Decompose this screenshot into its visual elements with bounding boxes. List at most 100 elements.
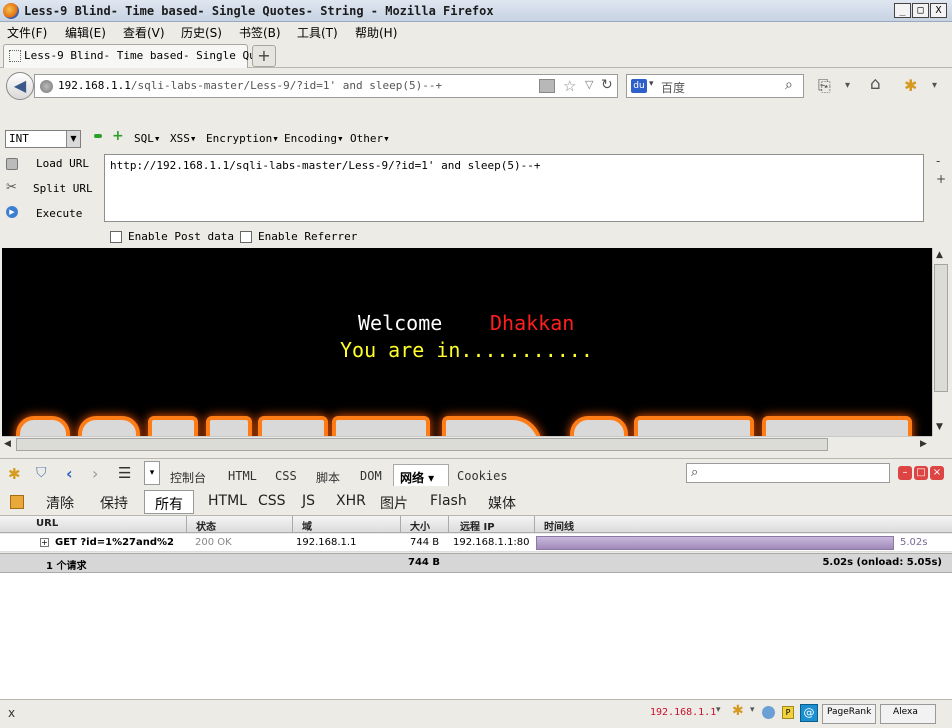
close-panel-icon[interactable]: × bbox=[930, 466, 944, 480]
shrink-button[interactable]: - bbox=[936, 154, 940, 168]
reload-icon[interactable]: ↻ bbox=[601, 77, 613, 93]
filter-xhr-button[interactable]: XHR bbox=[336, 493, 366, 509]
column-size[interactable]: 大小 bbox=[410, 518, 430, 533]
execute-button[interactable]: Execute bbox=[36, 207, 82, 220]
at-icon[interactable]: @ bbox=[800, 704, 818, 722]
bookmark-star-icon[interactable]: ☆ bbox=[563, 77, 576, 95]
column-domain[interactable]: 域 bbox=[302, 518, 312, 533]
tab-net[interactable]: 网络 ▾ bbox=[393, 464, 449, 486]
menu-edit[interactable]: 编辑(E) bbox=[65, 24, 106, 41]
history-dropdown-icon[interactable]: ▽ bbox=[585, 78, 593, 91]
maximize-button[interactable]: □ bbox=[912, 3, 929, 18]
scroll-left-icon[interactable]: ◀ bbox=[4, 439, 11, 449]
scroll-thumb[interactable] bbox=[16, 438, 828, 451]
search-icon[interactable]: ⌕ bbox=[785, 77, 793, 93]
ip-dropdown-icon[interactable]: ▾ bbox=[716, 705, 721, 715]
new-tab-button[interactable]: + bbox=[252, 45, 276, 67]
close-button[interactable]: X bbox=[930, 3, 947, 18]
other-menu[interactable]: Other▾ bbox=[350, 132, 390, 145]
tab-html[interactable]: HTML bbox=[228, 469, 257, 483]
alexa-button[interactable]: Alexa bbox=[880, 704, 936, 724]
filter-all-button[interactable]: 所有 bbox=[144, 490, 194, 514]
globe-icon[interactable] bbox=[762, 706, 775, 719]
tab-less9[interactable]: Less-9 Blind- Time based- Single Qu… bbox=[3, 44, 262, 68]
toolbar-overflow-icon[interactable]: ▾ bbox=[932, 80, 937, 91]
tab-cookies[interactable]: Cookies bbox=[457, 469, 508, 483]
column-remote-ip[interactable]: 远程 IP bbox=[460, 518, 495, 533]
clear-button[interactable]: 清除 bbox=[46, 493, 74, 513]
forward-arrow-icon[interactable]: › bbox=[92, 464, 98, 483]
back-arrow-icon[interactable]: ‹ bbox=[66, 464, 73, 483]
encoding-menu[interactable]: Encoding▾ bbox=[284, 132, 344, 145]
minus-icon[interactable] bbox=[94, 134, 102, 138]
enable-referrer-checkbox[interactable] bbox=[240, 231, 252, 243]
persist-button[interactable]: 保持 bbox=[100, 493, 128, 513]
panel-dropdown-icon[interactable]: ▾ bbox=[144, 461, 160, 485]
firebug-dropdown-icon[interactable]: ▾ bbox=[750, 705, 755, 715]
plus-icon[interactable]: + bbox=[112, 128, 124, 144]
search-bar[interactable]: du ▾ 百度 ⌕ bbox=[626, 74, 804, 98]
downloads-icon[interactable]: ⎘ bbox=[818, 76, 831, 96]
scroll-up-icon[interactable]: ▲ bbox=[936, 250, 943, 260]
menu-history[interactable]: 历史(S) bbox=[181, 24, 222, 41]
menu-tools[interactable]: 工具(T) bbox=[297, 24, 338, 41]
close-findbar-button[interactable]: x bbox=[8, 706, 15, 720]
table-row[interactable]: + GET ?id=1%27and%2 200 OK 192.168.1.1 7… bbox=[0, 534, 952, 552]
expand-button[interactable]: + bbox=[936, 172, 946, 186]
menu-bookmarks[interactable]: 书签(B) bbox=[239, 24, 281, 41]
list-icon[interactable]: ☰ bbox=[118, 464, 131, 482]
menu-help[interactable]: 帮助(H) bbox=[355, 24, 397, 41]
filter-flash-button[interactable]: Flash bbox=[430, 493, 467, 509]
menu-file[interactable]: 文件(F) bbox=[7, 24, 47, 41]
column-status[interactable]: 状态 bbox=[196, 518, 216, 533]
search-input[interactable]: 百度 bbox=[661, 79, 685, 96]
tab-dom[interactable]: DOM bbox=[360, 469, 382, 483]
column-url[interactable]: URL bbox=[36, 518, 58, 529]
url-bar[interactable]: 192.168.1.1/sqli-labs-master/Less-9/?id=… bbox=[34, 74, 618, 98]
encryption-menu[interactable]: Encryption▾ bbox=[206, 132, 279, 145]
filter-images-button[interactable]: 图片 bbox=[380, 493, 408, 513]
load-url-button[interactable]: Load URL bbox=[36, 157, 89, 170]
expand-icon[interactable]: + bbox=[40, 538, 49, 547]
logo-image bbox=[148, 416, 198, 436]
request-url[interactable]: GET ?id=1%27and%2 bbox=[55, 537, 174, 548]
firebug-menu-icon[interactable]: ✱ bbox=[8, 465, 21, 483]
minimize-button[interactable]: _ bbox=[894, 3, 911, 18]
inspect-icon[interactable]: ⛉ bbox=[36, 465, 47, 481]
url-text[interactable]: 192.168.1.1/sqli-labs-master/Less-9/?id=… bbox=[58, 79, 442, 92]
hackbar-url-textarea[interactable]: http://192.168.1.1/sqli-labs-master/Less… bbox=[104, 154, 924, 222]
tab-console[interactable]: 控制台 bbox=[170, 469, 206, 486]
chevron-down-icon[interactable]: ▼ bbox=[66, 131, 80, 147]
type-select[interactable]: INT ▼ bbox=[5, 130, 81, 148]
minimize-panel-icon[interactable]: – bbox=[898, 466, 912, 480]
xss-menu[interactable]: XSS▾ bbox=[170, 132, 197, 145]
filter-media-button[interactable]: 媒体 bbox=[488, 493, 516, 513]
filter-html-button[interactable]: HTML bbox=[208, 493, 247, 509]
engine-dropdown-icon[interactable]: ▾ bbox=[649, 79, 654, 89]
home-icon[interactable]: ⌂ bbox=[870, 74, 881, 94]
scroll-down-icon[interactable]: ▼ bbox=[936, 422, 943, 432]
filter-js-button[interactable]: JS bbox=[302, 493, 315, 509]
vertical-scrollbar[interactable]: ▲ ▼ bbox=[932, 248, 949, 436]
plugin-icon[interactable]: P bbox=[782, 706, 794, 719]
filter-css-button[interactable]: CSS bbox=[258, 493, 286, 509]
firebug-icon[interactable]: ✱ bbox=[904, 76, 917, 95]
scroll-thumb[interactable] bbox=[934, 264, 948, 392]
tab-css[interactable]: CSS bbox=[275, 469, 297, 483]
pagerank-button[interactable]: PageRank bbox=[822, 704, 876, 724]
horizontal-scrollbar[interactable]: ◀ ▶ bbox=[2, 436, 932, 452]
downloads-dropdown-icon[interactable]: ▾ bbox=[845, 80, 850, 91]
firebug-search-input[interactable]: ⌕ bbox=[686, 463, 890, 483]
sql-menu[interactable]: SQL▾ bbox=[134, 132, 161, 145]
back-button[interactable]: ◀ bbox=[6, 72, 34, 100]
detach-panel-icon[interactable]: □ bbox=[914, 466, 928, 480]
tab-script[interactable]: 脚本 bbox=[316, 469, 340, 486]
scroll-right-icon[interactable]: ▶ bbox=[920, 439, 927, 449]
baidu-icon[interactable]: du bbox=[631, 79, 647, 93]
feed-icon[interactable] bbox=[539, 79, 555, 93]
column-timeline[interactable]: 时间线 bbox=[544, 518, 574, 533]
firebug-status-icon[interactable]: ✱ bbox=[732, 703, 744, 719]
split-url-button[interactable]: Split URL bbox=[33, 182, 93, 195]
enable-post-checkbox[interactable] bbox=[110, 231, 122, 243]
menu-view[interactable]: 查看(V) bbox=[123, 24, 165, 41]
